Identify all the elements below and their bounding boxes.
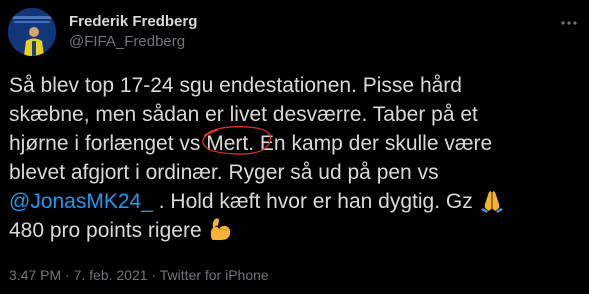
- tweet-line: @JonasMK24_ . Hold kæft hvor er han dygt…: [9, 187, 584, 216]
- tweet-text-segment: En kamp der skulle være: [254, 132, 493, 155]
- tweet-body: Så blev top 17-24 sgu endestationen. Pis…: [9, 71, 584, 245]
- mention-link[interactable]: @JonasMK24_: [9, 190, 153, 213]
- folded-hands-emoji-icon: [480, 191, 503, 213]
- tweet-meta: 3.47 PM · 7. feb. 2021 · Twitter for iPh…: [9, 266, 269, 284]
- more-dots-icon: [561, 21, 577, 25]
- author-display-name[interactable]: Frederik Fredberg: [69, 13, 197, 31]
- tweet-card: Frederik Fredberg @FIFA_Fredberg Så blev…: [0, 0, 589, 294]
- more-options-button[interactable]: [554, 8, 584, 38]
- avatar-image: [8, 8, 56, 56]
- circled-word: Mert.: [202, 126, 272, 158]
- circled-word-text: Mert.: [206, 132, 255, 155]
- tweet-line: Så blev top 17-24 sgu endestationen. Pis…: [9, 74, 462, 97]
- meta-separator: ·: [147, 267, 160, 283]
- flexed-biceps-emoji-icon: [211, 218, 231, 240]
- tweet-date[interactable]: 7. feb. 2021: [74, 267, 148, 283]
- tweet-line: hjørne i forlænget vs Mert. En kamp der …: [9, 126, 584, 158]
- tweet-text-segment: hjørne i forlænget vs: [9, 132, 207, 155]
- author-handle[interactable]: @FIFA_Fredberg: [69, 33, 185, 51]
- tweet-text-segment: . Hold kæft hvor er han dygtig. Gz: [152, 190, 479, 213]
- tweet-time[interactable]: 3.47 PM: [9, 267, 61, 283]
- tweet-source[interactable]: Twitter for iPhone: [160, 267, 269, 283]
- avatar[interactable]: [8, 8, 56, 56]
- tweet-text-segment: 480 pro points rigere: [9, 219, 208, 242]
- tweet-line: skæbne, men sådan er livet desværre. Tab…: [9, 103, 478, 126]
- meta-separator: ·: [61, 267, 74, 283]
- tweet-line: blevet afgjort i ordinær. Ryger så ud på…: [9, 161, 439, 184]
- tweet-line: 480 pro points rigere: [9, 216, 584, 245]
